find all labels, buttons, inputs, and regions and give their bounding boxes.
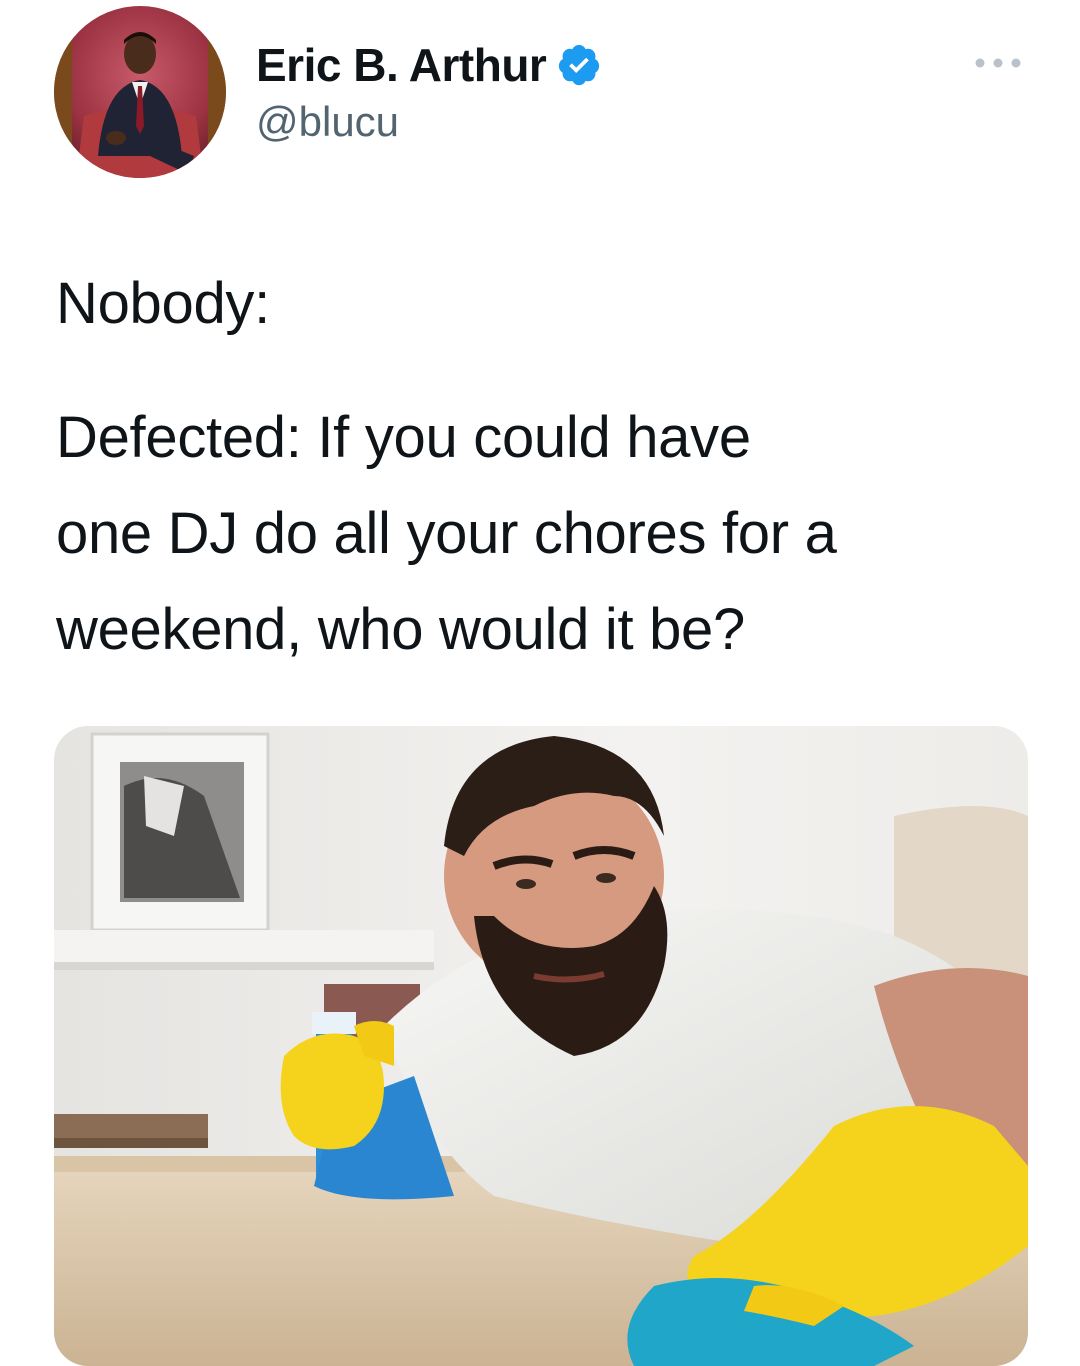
verified-badge-icon [556, 42, 602, 88]
author-display-name[interactable]: Eric B. Arthur [256, 38, 547, 92]
tweet-text-line-nobody: Nobody: [56, 271, 270, 336]
more-options-icon[interactable] [968, 48, 1028, 78]
tweet-text-question: Defected: If you could have one DJ do al… [56, 390, 1036, 678]
avatar[interactable] [54, 6, 226, 178]
tweet-text: Nobody: Defected: If you could have one … [56, 256, 1036, 678]
author-handle[interactable]: @blucu [256, 98, 602, 146]
tweet-author: Eric B. Arthur @blucu [256, 34, 602, 146]
tweet-media-photo[interactable] [54, 726, 1028, 1366]
tweet-text-line: weekend, who would it be? [56, 597, 745, 662]
tweet-text-line: one DJ do all your chores for a [56, 501, 837, 566]
tweet-text-line: Defected: If you could have [56, 405, 751, 470]
media-photo-cleaning-man [54, 726, 1028, 1366]
author-name-row: Eric B. Arthur [256, 34, 602, 96]
avatar-photo [54, 6, 226, 178]
